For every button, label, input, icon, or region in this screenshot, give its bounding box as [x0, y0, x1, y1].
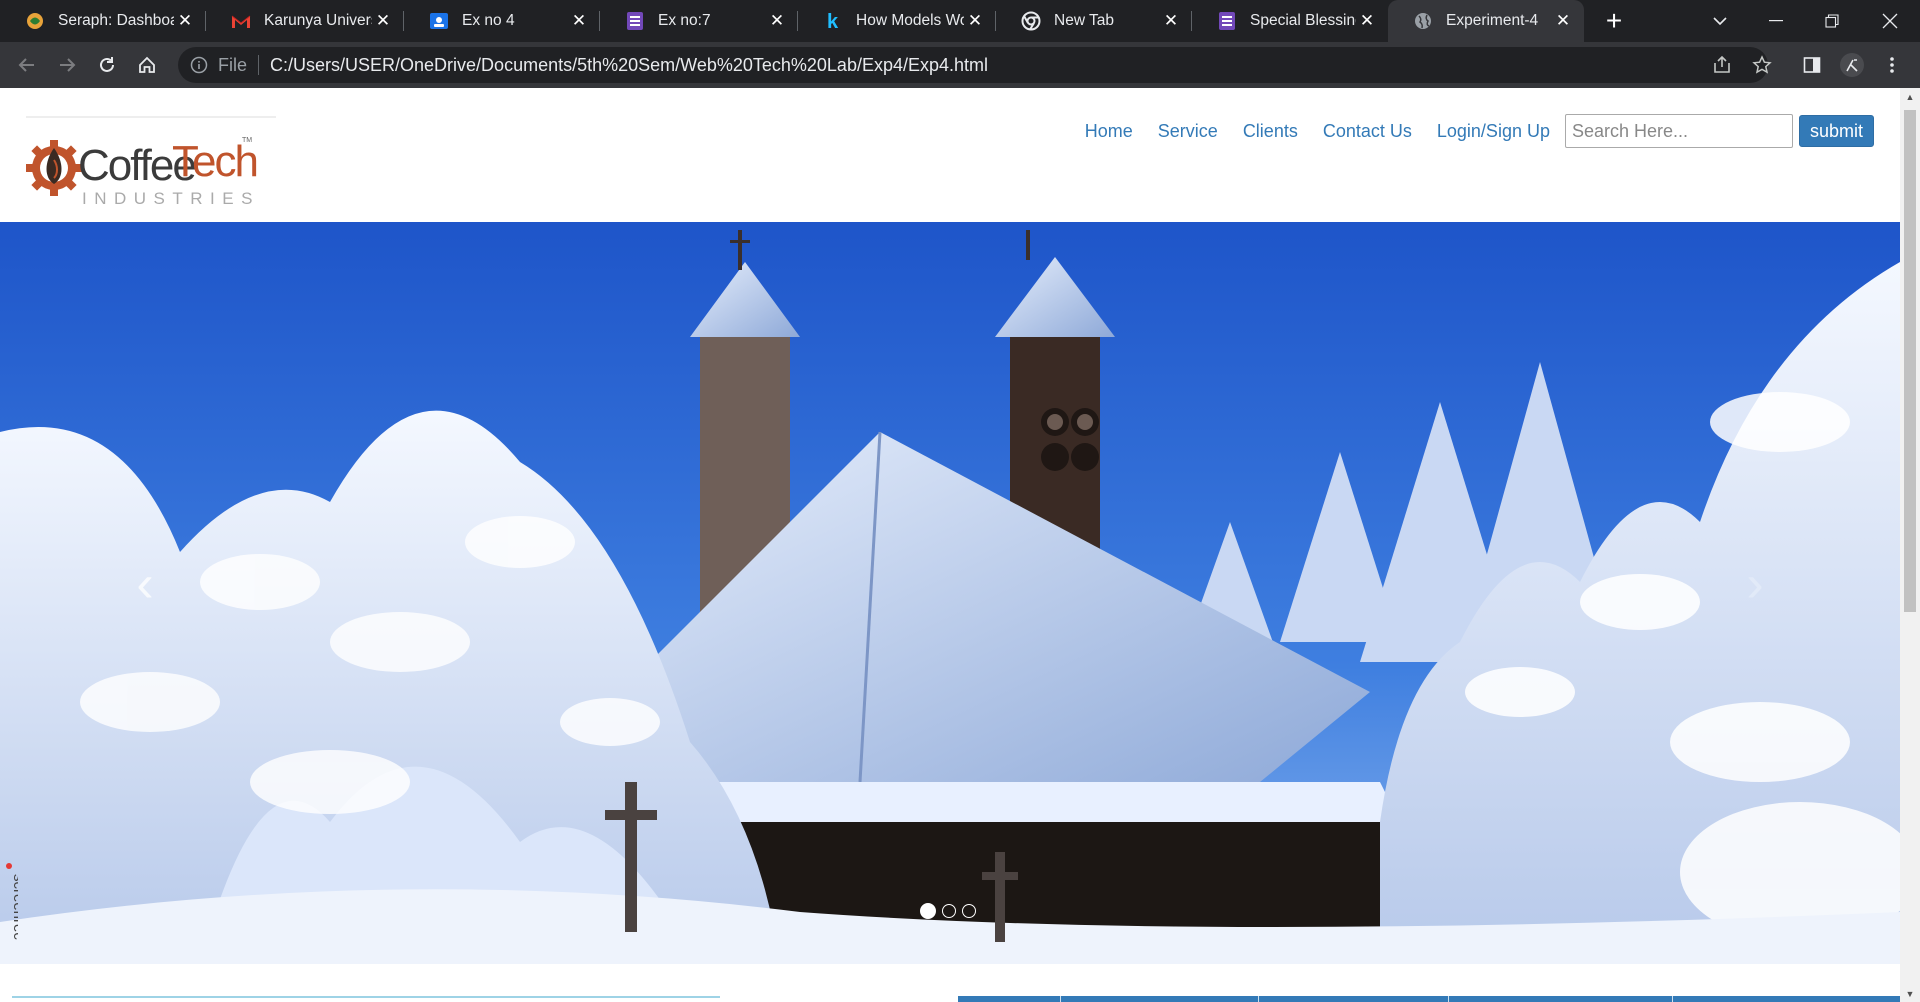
- close-icon[interactable]: ✕: [568, 10, 590, 32]
- close-icon[interactable]: ✕: [964, 10, 986, 32]
- address-bar[interactable]: File C:/Users/USER/OneDrive/Documents/5t…: [178, 47, 1772, 83]
- search-input[interactable]: [1564, 114, 1793, 148]
- carousel-prev-icon[interactable]: ‹: [120, 554, 170, 614]
- tab-title: Special Blessing M: [1250, 12, 1356, 29]
- kaggle-favicon-icon: k: [823, 11, 843, 31]
- tab-title: Karunya University: [264, 12, 372, 29]
- window-close-icon[interactable]: [1870, 0, 1910, 42]
- carousel-indicator-1[interactable]: [920, 903, 936, 919]
- scroll-up-arrow-icon[interactable]: ▲: [1900, 88, 1920, 105]
- bookmark-star-icon[interactable]: [1750, 53, 1774, 77]
- close-icon[interactable]: ✕: [1356, 10, 1378, 32]
- image-carousel: ‹ ›: [0, 222, 1900, 964]
- carousel-indicators: [920, 903, 982, 919]
- content-bar: [958, 996, 1900, 1002]
- share-icon[interactable]: [1710, 53, 1734, 77]
- tab-how-models-work[interactable]: k How Models Work ✕: [798, 0, 996, 42]
- screenrec-watermark: screenrec: [0, 862, 27, 962]
- close-icon[interactable]: ✕: [1160, 10, 1182, 32]
- watermark-text: screenrec: [10, 874, 18, 940]
- close-icon[interactable]: ✕: [766, 10, 788, 32]
- kebab-menu-icon[interactable]: [1876, 49, 1908, 81]
- home-icon[interactable]: [131, 49, 163, 81]
- globe-favicon-icon: [1413, 11, 1433, 31]
- scrollbar-thumb[interactable]: [1904, 110, 1916, 612]
- carousel-indicator-3[interactable]: [962, 904, 976, 918]
- tab-title: Seraph: Dashboard: [58, 12, 174, 29]
- nav-clients-link[interactable]: Clients: [1243, 121, 1298, 142]
- scheme-label: File: [218, 54, 248, 75]
- tab-ex-no-7[interactable]: Ex no:7 ✕: [600, 0, 798, 42]
- side-panel-icon[interactable]: [1796, 49, 1828, 81]
- submit-button[interactable]: submit: [1798, 115, 1874, 147]
- tab-title: Ex no 4: [462, 12, 515, 29]
- tab-search-chevron-icon[interactable]: [1704, 0, 1736, 42]
- carousel-indicator-2[interactable]: [942, 904, 956, 918]
- chrome-favicon-icon: [1021, 11, 1041, 31]
- tab-special-blessing[interactable]: Special Blessing M ✕: [1192, 0, 1388, 42]
- tab-title: Ex no:7: [658, 12, 711, 29]
- scroll-down-arrow-icon[interactable]: ▼: [1900, 985, 1920, 1002]
- tab-title: Experiment-4: [1446, 12, 1539, 29]
- restore-icon[interactable]: [1812, 0, 1852, 42]
- info-icon[interactable]: [188, 54, 210, 76]
- site-navbar: Home Service Clients Contact Us Login/Si…: [1060, 114, 1874, 148]
- tab-title: How Models Work: [856, 12, 964, 29]
- tab-karunya[interactable]: Karunya University ✕: [206, 0, 404, 42]
- tab-new-tab[interactable]: New Tab ✕: [996, 0, 1192, 42]
- carousel-next-icon[interactable]: ›: [1730, 554, 1780, 614]
- coffeetech-logo[interactable]: Coffee Tech TM INDUSTRIES: [26, 116, 276, 212]
- nav-home-link[interactable]: Home: [1085, 121, 1133, 142]
- forms-favicon-icon: [1217, 11, 1237, 31]
- nav-contact-link[interactable]: Contact Us: [1323, 121, 1412, 142]
- nav-login-signup-link[interactable]: Login/Sign Up: [1437, 121, 1550, 142]
- nav-service-link[interactable]: Service: [1158, 121, 1218, 142]
- browser-toolbar: File C:/Users/USER/OneDrive/Documents/5t…: [0, 42, 1920, 88]
- seraph-favicon-icon: [25, 11, 45, 31]
- forms-favicon-icon: [625, 11, 645, 31]
- forward-arrow-icon[interactable]: [51, 49, 83, 81]
- logo-subtitle: INDUSTRIES: [82, 189, 260, 208]
- logo-word-tech: Tech: [172, 137, 257, 186]
- url-text[interactable]: C:/Users/USER/OneDrive/Documents/5th%20S…: [270, 55, 988, 76]
- minimize-icon[interactable]: [1756, 0, 1796, 42]
- new-tab-plus-icon[interactable]: +: [1598, 5, 1630, 37]
- logo-trademark: TM: [242, 137, 252, 144]
- close-icon[interactable]: ✕: [1552, 10, 1574, 32]
- classroom-favicon-icon: [429, 11, 449, 31]
- close-icon[interactable]: ✕: [372, 10, 394, 32]
- back-arrow-icon[interactable]: [11, 49, 43, 81]
- browser-tab-strip: Seraph: Dashboard ✕ Karunya University ✕…: [0, 0, 1920, 42]
- carousel-slide-image: [0, 222, 1900, 964]
- web-page: Coffee Tech TM INDUSTRIES Home Service C…: [0, 88, 1900, 1002]
- page-scrollbar[interactable]: ▲ ▼: [1900, 88, 1920, 1002]
- tab-seraph[interactable]: Seraph: Dashboard ✕: [0, 0, 206, 42]
- tab-ex-no-4[interactable]: Ex no 4 ✕: [404, 0, 600, 42]
- tab-title: New Tab: [1054, 12, 1115, 29]
- gmail-favicon-icon: [231, 11, 251, 31]
- close-icon[interactable]: ✕: [174, 10, 196, 32]
- content-divider: [12, 996, 720, 998]
- svg-text:k: k: [827, 11, 839, 31]
- profile-avatar-icon[interactable]: [1836, 49, 1868, 81]
- tab-experiment-4[interactable]: Experiment-4 ✕: [1388, 0, 1584, 42]
- reload-icon[interactable]: [91, 49, 123, 81]
